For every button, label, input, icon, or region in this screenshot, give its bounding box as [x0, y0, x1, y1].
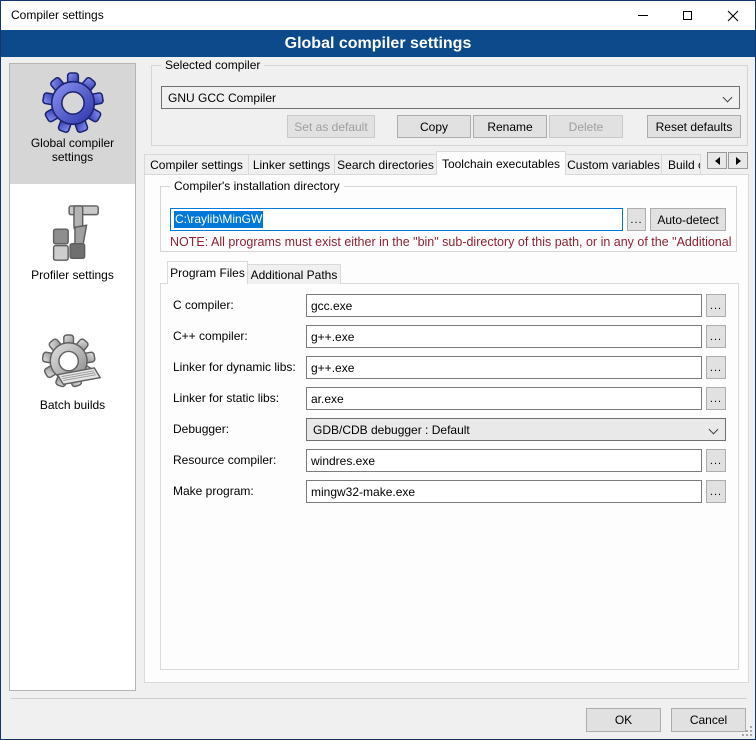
c-compiler-input[interactable] [306, 294, 702, 317]
field-label: Linker for static libs: [173, 391, 279, 405]
tab-program-files[interactable]: Program Files [167, 261, 248, 284]
browse-cpp-compiler-button[interactable]: ... [706, 325, 726, 348]
copy-button[interactable]: Copy [397, 115, 471, 138]
field-row-debugger: Debugger: GDB/CDB debugger : Default [161, 418, 738, 441]
sidebar-item-profiler-settings[interactable]: Profiler settings [10, 196, 135, 314]
blue-gear-icon [42, 72, 104, 134]
tab-scroll-left-button[interactable] [707, 152, 727, 169]
bin-subdirectory-note: NOTE: All programs must exist either in … [170, 235, 736, 249]
compiler-select-value: GNU GCC Compiler [168, 91, 276, 105]
sidebar-item-label: Global compilersettings [10, 136, 135, 164]
gray-gear-stack-icon [42, 334, 104, 396]
make-program-input[interactable] [306, 480, 702, 503]
arrow-right-icon [736, 157, 741, 165]
chevron-down-icon [723, 93, 733, 103]
close-button[interactable] [710, 1, 755, 30]
titlebar[interactable]: Compiler settings [1, 1, 755, 30]
browse-dynamic-linker-button[interactable]: ... [706, 356, 726, 379]
set-as-default-button[interactable]: Set as default [287, 115, 375, 138]
resource-compiler-input[interactable] [306, 449, 702, 472]
browse-make-program-button[interactable]: ... [706, 480, 726, 503]
field-label: Debugger: [173, 422, 229, 436]
field-label: Make program: [173, 484, 254, 498]
maximize-button[interactable] [665, 1, 710, 30]
field-row-resource-compiler: Resource compiler: ... [161, 449, 738, 472]
field-row-dynamic-linker: Linker for dynamic libs: ... [161, 356, 738, 379]
tab-search-directories[interactable]: Search directories [334, 154, 437, 174]
compiler-select[interactable]: GNU GCC Compiler [161, 86, 740, 109]
debugger-select-value: GDB/CDB debugger : Default [313, 423, 470, 437]
arrow-left-icon [715, 157, 720, 165]
installation-directory-input[interactable]: C:\raylib\MinGW [170, 208, 623, 231]
tab-toolchain-executables[interactable]: Toolchain executables [436, 151, 566, 175]
field-label: Linker for dynamic libs: [173, 360, 296, 374]
dynamic-linker-input[interactable] [306, 356, 702, 379]
tab-build-options[interactable]: Build options [661, 154, 701, 174]
tab-scroll-right-button[interactable] [728, 152, 748, 169]
caliper-tool-icon [42, 204, 104, 266]
window-title: Compiler settings [11, 1, 104, 30]
installation-directory-group: Compiler's installation directory C:\ray… [160, 186, 737, 252]
rename-button[interactable]: Rename [473, 115, 547, 138]
field-label: Resource compiler: [173, 453, 276, 467]
tab-additional-paths[interactable]: Additional Paths [247, 264, 341, 284]
field-row-make-program: Make program: ... [161, 480, 738, 503]
resize-grip[interactable] [742, 726, 752, 736]
toolchain-executables-panel: Compiler's installation directory C:\ray… [144, 174, 749, 683]
browse-static-linker-button[interactable]: ... [706, 387, 726, 410]
close-icon [727, 10, 739, 22]
compiler-settings-dialog: Compiler settings Global compiler settin… [0, 0, 756, 740]
reset-defaults-button[interactable]: Reset defaults [647, 115, 741, 138]
browse-resource-compiler-button[interactable]: ... [706, 449, 726, 472]
static-linker-input[interactable] [306, 387, 702, 410]
minimize-button[interactable] [620, 1, 665, 30]
maximize-icon [683, 11, 692, 20]
settings-category-list: Global compilersettings Profiler setting… [9, 63, 136, 691]
field-label: C compiler: [173, 298, 234, 312]
cpp-compiler-input[interactable] [306, 325, 702, 348]
installation-directory-group-label: Compiler's installation directory [170, 179, 344, 193]
tab-linker-settings[interactable]: Linker settings [248, 154, 335, 174]
page-title: Global compiler settings [1, 30, 755, 57]
ok-button[interactable]: OK [586, 708, 661, 732]
browse-c-compiler-button[interactable]: ... [706, 294, 726, 317]
field-row-static-linker: Linker for static libs: ... [161, 387, 738, 410]
installation-directory-value: C:\raylib\MinGW [174, 211, 263, 228]
auto-detect-button[interactable]: Auto-detect [650, 208, 726, 231]
sidebar-item-batch-builds[interactable]: Batch builds [10, 326, 135, 444]
field-label: C++ compiler: [173, 329, 248, 343]
browse-directory-button[interactable]: ... [627, 208, 646, 231]
delete-button[interactable]: Delete [549, 115, 623, 138]
sidebar-item-global-compiler-settings[interactable]: Global compilersettings [10, 64, 135, 184]
cancel-button[interactable]: Cancel [671, 708, 746, 732]
minimize-icon [638, 15, 648, 16]
field-row-c-compiler: C compiler: ... [161, 294, 738, 317]
chevron-down-icon [709, 425, 719, 435]
selected-compiler-group: Selected compiler GNU GCC Compiler Set a… [151, 65, 748, 146]
field-row-cpp-compiler: C++ compiler: ... [161, 325, 738, 348]
tab-compiler-settings[interactable]: Compiler settings [144, 154, 249, 174]
window-controls [620, 1, 755, 30]
settings-tabs: Compiler settings Linker settings Search… [144, 151, 701, 175]
selected-compiler-group-label: Selected compiler [161, 58, 264, 72]
program-tabs: Program Files Additional Paths [167, 261, 341, 284]
program-files-panel: C compiler: ... C++ compiler: ... Linker… [160, 283, 739, 670]
debugger-select[interactable]: GDB/CDB debugger : Default [306, 418, 726, 441]
sidebar-item-label: Batch builds [10, 398, 135, 412]
tab-custom-variables[interactable]: Custom variables [565, 154, 662, 174]
footer-divider [11, 698, 747, 699]
sidebar-item-label: Profiler settings [10, 268, 135, 282]
